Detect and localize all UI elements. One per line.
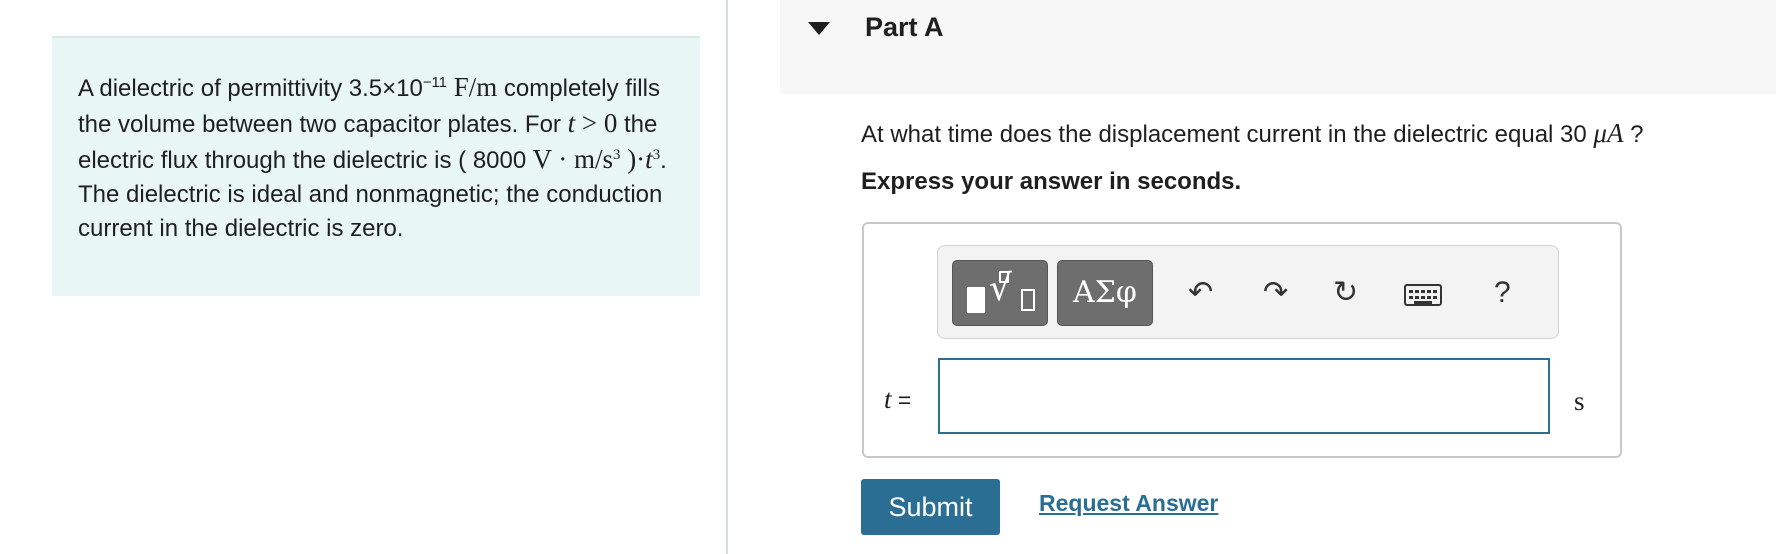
- problem-statement: A dielectric of permittivity 3.5×10−11 F…: [52, 36, 700, 296]
- redo-icon[interactable]: ↷: [1263, 276, 1288, 310]
- radical-icon: √: [989, 268, 1012, 309]
- greek-symbols-button[interactable]: ΑΣφ: [1057, 260, 1153, 326]
- unit-label: s: [1574, 386, 1585, 416]
- answer-instruction: Express your answer in seconds.: [861, 168, 1242, 195]
- problem-text: A dielectric of permittivity 3.5×10−11 F…: [78, 72, 667, 242]
- block-icon: [967, 287, 985, 313]
- answer-box: √ ΑΣφ ↶ ↷ ↻ ? t = s: [862, 222, 1622, 458]
- variable-label: t =: [884, 384, 912, 414]
- submit-button[interactable]: Submit: [861, 479, 1000, 535]
- keyboard-icon[interactable]: [1404, 284, 1442, 306]
- reset-icon[interactable]: ↻: [1333, 276, 1358, 310]
- request-answer-link[interactable]: Request Answer: [1039, 490, 1218, 517]
- help-button[interactable]: ?: [1494, 276, 1511, 310]
- collapse-caret-icon[interactable]: [808, 22, 830, 35]
- undo-icon[interactable]: ↶: [1188, 276, 1213, 310]
- panel-divider: [726, 0, 728, 554]
- question-text: At what time does the displacement curre…: [861, 118, 1644, 148]
- math-toolbar: √ ΑΣφ ↶ ↷ ↻ ?: [937, 245, 1559, 339]
- radicand-box-icon: [1021, 289, 1035, 311]
- answer-input[interactable]: [938, 358, 1550, 434]
- part-title: Part A: [865, 12, 944, 42]
- templates-button[interactable]: √: [952, 260, 1048, 326]
- part-header[interactable]: Part A: [780, 0, 1776, 94]
